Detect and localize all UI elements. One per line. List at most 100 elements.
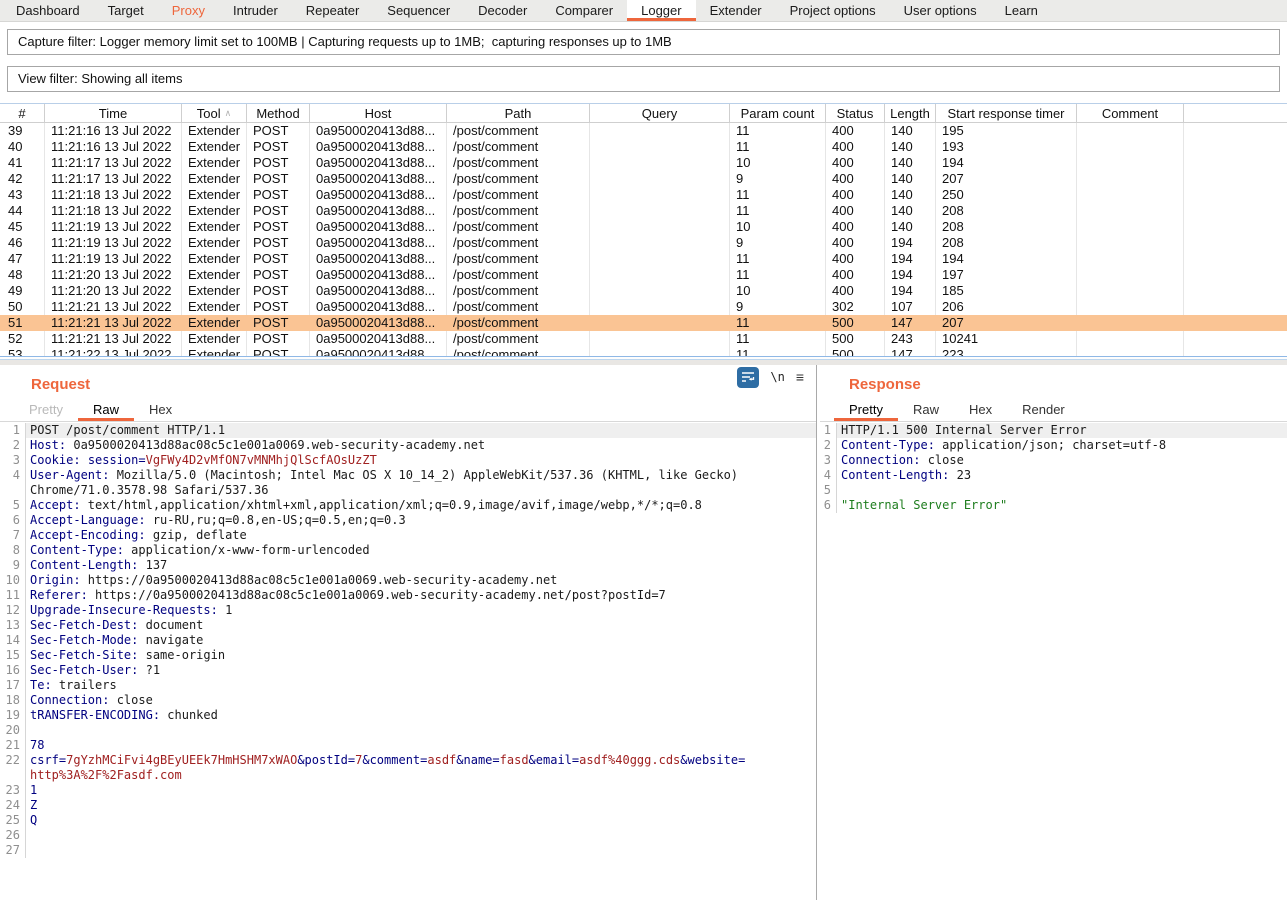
log-row-44[interactable]: 4411:21:18 13 Jul 2022ExtenderPOST0a9500…	[0, 203, 1287, 219]
request-tab-pretty[interactable]: Pretty	[14, 397, 78, 421]
log-row-52[interactable]: 5211:21:21 13 Jul 2022ExtenderPOST0a9500…	[0, 331, 1287, 347]
line-number: 21	[0, 738, 26, 753]
cell-comment	[1077, 283, 1184, 299]
code-line: 8Content-Type: application/x-www-form-ur…	[0, 543, 816, 558]
log-row-47[interactable]: 4711:21:19 13 Jul 2022ExtenderPOST0a9500…	[0, 251, 1287, 267]
column-header-query[interactable]: Query	[590, 104, 730, 122]
log-row-49[interactable]: 4911:21:20 13 Jul 2022ExtenderPOST0a9500…	[0, 283, 1287, 299]
cell-tool: Extender	[182, 171, 247, 187]
code-line-content: Sec-Fetch-Dest: document	[26, 618, 816, 633]
cell-time: 11:21:21 13 Jul 2022	[45, 315, 182, 331]
cell-comment	[1077, 331, 1184, 347]
code-line: 5	[820, 483, 1287, 498]
cell-path: /post/comment	[447, 315, 590, 331]
cell-query	[590, 299, 730, 315]
menu-tab-sequencer[interactable]: Sequencer	[373, 0, 464, 21]
request-tab-hex[interactable]: Hex	[134, 397, 187, 421]
newline-toggle-icon[interactable]: \n	[770, 370, 784, 384]
word-wrap-toggle-button[interactable]	[737, 367, 759, 388]
column-header-host[interactable]: Host	[310, 104, 447, 122]
cell--: 41	[0, 155, 45, 171]
log-row-45[interactable]: 4511:21:19 13 Jul 2022ExtenderPOST0a9500…	[0, 219, 1287, 235]
menu-tab-user-options[interactable]: User options	[890, 0, 991, 21]
code-line: 3Connection: close	[820, 453, 1287, 468]
menu-tab-intruder[interactable]: Intruder	[219, 0, 292, 21]
log-row-40[interactable]: 4011:21:16 13 Jul 2022ExtenderPOST0a9500…	[0, 139, 1287, 155]
code-line-content: Origin: https://0a9500020413d88ac08c5c1e…	[26, 573, 816, 588]
log-row-53[interactable]: 5311:21:22 13 Jul 2022ExtenderPOST0a9500…	[0, 347, 1287, 356]
response-editor[interactable]: 1HTTP/1.1 500 Internal Server Error2Cont…	[820, 423, 1287, 900]
response-tab-pretty[interactable]: Pretty	[834, 397, 898, 421]
menu-tab-logger[interactable]: Logger	[627, 0, 695, 21]
log-row-43[interactable]: 4311:21:18 13 Jul 2022ExtenderPOST0a9500…	[0, 187, 1287, 203]
menu-tab-extender[interactable]: Extender	[696, 0, 776, 21]
cell-method: POST	[247, 123, 310, 139]
response-tab-raw[interactable]: Raw	[898, 397, 954, 421]
cell-start-response-timer: 223	[936, 347, 1077, 356]
cell-length: 194	[885, 283, 936, 299]
cell-time: 11:21:21 13 Jul 2022	[45, 299, 182, 315]
request-tabs: PrettyRawHex	[0, 397, 816, 422]
cell-start-response-timer: 10241	[936, 331, 1077, 347]
log-row-39[interactable]: 3911:21:16 13 Jul 2022ExtenderPOST0a9500…	[0, 123, 1287, 139]
response-tab-hex[interactable]: Hex	[954, 397, 1007, 421]
line-number: 25	[0, 813, 26, 828]
column-header-comment[interactable]: Comment	[1077, 104, 1184, 122]
cell-length: 194	[885, 235, 936, 251]
column-header-method[interactable]: Method	[247, 104, 310, 122]
cell-tool: Extender	[182, 331, 247, 347]
menu-tab-comparer[interactable]: Comparer	[541, 0, 627, 21]
cell-start-response-timer: 208	[936, 219, 1077, 235]
code-line-content: Cookie: session=VgFWy4D2vMfON7vMNMhjQlSc…	[26, 453, 816, 468]
menu-tab-learn[interactable]: Learn	[991, 0, 1052, 21]
column-header-length[interactable]: Length	[885, 104, 936, 122]
code-line: 1POST /post/comment HTTP/1.1	[0, 423, 816, 438]
column-header-time[interactable]: Time	[45, 104, 182, 122]
cell-host: 0a9500020413d88...	[310, 219, 447, 235]
menu-tab-repeater[interactable]: Repeater	[292, 0, 373, 21]
cell-filler	[1184, 315, 1287, 331]
column-header-start-response-timer[interactable]: Start response timer	[936, 104, 1077, 122]
log-row-50[interactable]: 5011:21:21 13 Jul 2022ExtenderPOST0a9500…	[0, 299, 1287, 315]
log-row-41[interactable]: 4111:21:17 13 Jul 2022ExtenderPOST0a9500…	[0, 155, 1287, 171]
cell--: 52	[0, 331, 45, 347]
cell-time: 11:21:19 13 Jul 2022	[45, 235, 182, 251]
cell-path: /post/comment	[447, 331, 590, 347]
menu-tab-dashboard[interactable]: Dashboard	[2, 0, 94, 21]
column-header-param-count[interactable]: Param count	[730, 104, 826, 122]
log-row-42[interactable]: 4211:21:17 13 Jul 2022ExtenderPOST0a9500…	[0, 171, 1287, 187]
cell-status: 500	[826, 347, 885, 356]
code-line-content: http%3A%2F%2Fasdf.com	[26, 768, 816, 783]
cell-param-count: 9	[730, 171, 826, 187]
menu-tab-decoder[interactable]: Decoder	[464, 0, 541, 21]
cell-method: POST	[247, 315, 310, 331]
column-header-tool[interactable]: Tool∧	[182, 104, 247, 122]
log-row-51[interactable]: 5111:21:21 13 Jul 2022ExtenderPOST0a9500…	[0, 315, 1287, 331]
view-filter-bar[interactable]: View filter: Showing all items	[7, 66, 1280, 92]
cell-host: 0a9500020413d88...	[310, 171, 447, 187]
cell-param-count: 11	[730, 187, 826, 203]
cell--: 46	[0, 235, 45, 251]
column-header-label: Tool	[197, 106, 221, 121]
code-line-content: Q	[26, 813, 816, 828]
capture-filter-bar[interactable]: Capture filter: Logger memory limit set …	[7, 29, 1280, 55]
cell-tool: Extender	[182, 347, 247, 356]
log-table-body: 3911:21:16 13 Jul 2022ExtenderPOST0a9500…	[0, 123, 1287, 356]
column-header--[interactable]: #	[0, 104, 45, 122]
column-header-status[interactable]: Status	[826, 104, 885, 122]
cell--: 50	[0, 299, 45, 315]
cell-method: POST	[247, 219, 310, 235]
code-line-content: Accept: text/html,application/xhtml+xml,…	[26, 498, 816, 513]
menu-tab-project-options[interactable]: Project options	[776, 0, 890, 21]
menu-tab-proxy[interactable]: Proxy	[158, 0, 219, 21]
cell-start-response-timer: 208	[936, 203, 1077, 219]
request-tab-raw[interactable]: Raw	[78, 397, 134, 421]
editor-menu-icon[interactable]: ≡	[796, 369, 804, 385]
response-tab-render[interactable]: Render	[1007, 397, 1080, 421]
log-row-48[interactable]: 4811:21:20 13 Jul 2022ExtenderPOST0a9500…	[0, 267, 1287, 283]
request-editor[interactable]: 1POST /post/comment HTTP/1.12Host: 0a950…	[0, 423, 816, 900]
line-number: 27	[0, 843, 26, 858]
menu-tab-target[interactable]: Target	[94, 0, 158, 21]
log-row-46[interactable]: 4611:21:19 13 Jul 2022ExtenderPOST0a9500…	[0, 235, 1287, 251]
column-header-path[interactable]: Path	[447, 104, 590, 122]
